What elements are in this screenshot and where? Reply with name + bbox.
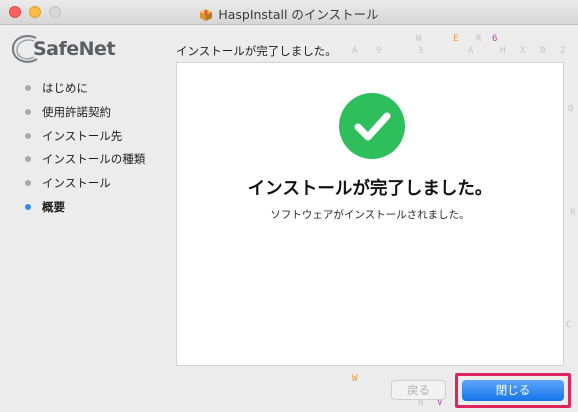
step-bullet [25,85,31,91]
sidebar-step-summary: 概要 [24,199,145,223]
step-bullet [25,180,31,187]
sidebar-step-license: 使用許諾契約 [24,104,145,128]
sidebar-step-installation: インストール [24,175,145,199]
window-title: HaspInstall のインストール [0,4,578,24]
completion-title: インストールが完了しました。 [247,179,493,199]
steps-sidebar: はじめに 使用許諾契約 インストール先 インストールの種類 インストール 概要 [24,80,145,223]
step-label: インストール [42,176,111,191]
safenet-logo: SafeNet [10,32,120,66]
step-label: はじめに [42,81,88,95]
page-header: インストールが完了しました。 [176,44,337,58]
package-icon [199,9,213,24]
completion-message: ソフトウェアがインストールされました。 [270,209,470,221]
back-button[interactable]: 戻る [391,380,446,400]
step-label: インストールの種類 [42,152,146,167]
step-bullet-active [25,203,31,210]
close-button[interactable]: 閉じる [462,380,564,401]
window-title-text: HaspInstall のインストール [218,7,379,22]
step-bullet [25,156,31,163]
sidebar-step-destination: インストール先 [24,128,145,152]
checkmark-circle-icon [339,93,405,159]
sidebar-step-introduction: はじめに [24,80,145,104]
installer-window: HaspInstall のインストール W E R 6 A 9 3 A H X … [0,0,578,412]
sidebar-step-install-type: インストールの種類 [24,151,145,175]
title-bar: HaspInstall のインストール [0,0,578,25]
content-panel: インストールが完了しました。 ソフトウェアがインストールされました。 [176,62,564,366]
step-bullet [25,108,31,115]
logo-text: SafeNet [33,38,116,60]
step-label: 使用許諾契約 [42,104,111,119]
step-bullet [25,132,31,139]
step-label: インストール先 [42,128,123,143]
step-label: 概要 [42,199,65,214]
